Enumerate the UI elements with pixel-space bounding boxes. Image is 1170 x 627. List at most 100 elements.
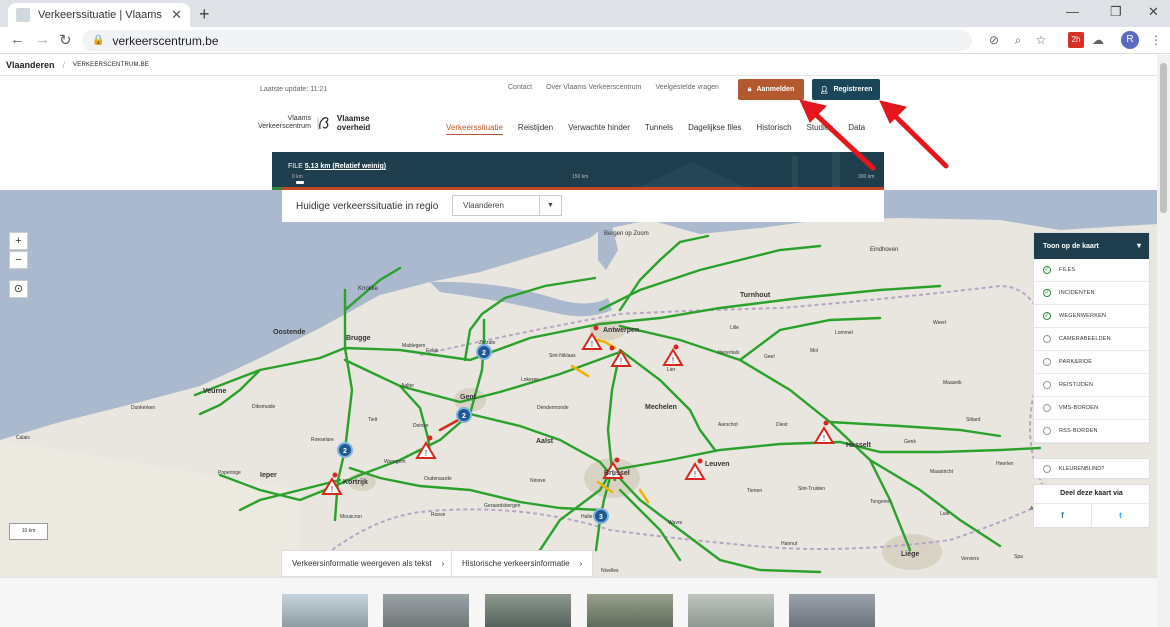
traffic-map[interactable]: ! ! ! ! ! ! ! ! 2 2 2 3 Bergen op Zoom Ei…: [0, 190, 1157, 577]
svg-text:!: !: [331, 485, 333, 494]
place-label: Tienen: [747, 488, 762, 494]
nav-verwachte-hinder[interactable]: Verwachte hinder: [568, 123, 630, 135]
caret-down-icon[interactable]: ▼: [539, 196, 561, 215]
layer-toggle[interactable]: ✓ FILES: [1034, 259, 1149, 282]
camera-thumbnail[interactable]: [587, 594, 673, 627]
page-scrollbar[interactable]: [1157, 55, 1170, 627]
reload-icon[interactable]: ↻: [59, 31, 72, 49]
checkbox-icon[interactable]: [1043, 427, 1051, 435]
text-view-button[interactable]: Verkeersinformatie weergeven als tekst ›: [281, 550, 456, 577]
maximize-icon[interactable]: ❐: [1110, 4, 1122, 20]
bookmark-star-icon[interactable]: ☆: [1033, 32, 1049, 48]
breadcrumb-home[interactable]: Vlaanderen: [6, 60, 55, 70]
place-label: Ronse: [431, 512, 446, 518]
nav-studies[interactable]: Studies: [807, 123, 834, 135]
nav-historisch[interactable]: Historisch: [756, 123, 791, 135]
site-logo[interactable]: Vlaams Verkeerscentrum Vlaamse overheid: [258, 114, 370, 132]
place-label: Herentals: [718, 350, 740, 356]
colorblind-toggle[interactable]: KLEURENBLIND?: [1033, 458, 1150, 479]
layer-label: FILES: [1059, 267, 1076, 273]
share-title: Deel deze kaart via: [1060, 490, 1123, 497]
facebook-icon[interactable]: f: [1034, 504, 1091, 528]
checkbox-icon[interactable]: [1043, 404, 1051, 412]
twitter-icon[interactable]: t: [1091, 504, 1149, 528]
layer-toggle[interactable]: REISTIJDEN: [1034, 374, 1149, 397]
nav-tunnels[interactable]: Tunnels: [645, 123, 673, 135]
link-contact[interactable]: Contact: [508, 84, 532, 91]
jam-prefix: FILE: [288, 163, 303, 170]
region-selected: Vlaanderen: [463, 201, 504, 210]
nav-data[interactable]: Data: [848, 123, 865, 135]
place-label: Dunkerken: [131, 405, 155, 411]
cloud-extension-icon[interactable]: ☁: [1090, 32, 1106, 48]
close-tab-icon[interactable]: ✕: [171, 7, 182, 23]
camera-thumbnail[interactable]: [688, 594, 774, 627]
camera-thumbnail[interactable]: [282, 594, 368, 627]
place-label: Calais: [16, 435, 30, 441]
layer-toggle[interactable]: ✓ INCIDENTEN: [1034, 282, 1149, 305]
place-label: Oostende: [273, 329, 305, 336]
place-label: Diest: [776, 422, 788, 428]
layers-panel-header[interactable]: Toon op de kaart ▾: [1034, 233, 1149, 259]
window-close-icon[interactable]: ✕: [1148, 4, 1159, 20]
location-blocked-icon[interactable]: ⊘: [986, 32, 1002, 48]
checkbox-icon[interactable]: [1043, 381, 1051, 389]
scrollbar-thumb[interactable]: [1160, 63, 1167, 213]
link-about[interactable]: Over Vlaams Verkeerscentrum: [546, 84, 641, 91]
chevron-down-icon[interactable]: ▾: [1137, 241, 1141, 250]
region-select[interactable]: Vlaanderen ▼: [452, 195, 562, 216]
back-icon[interactable]: ←: [10, 31, 25, 48]
cluster-count: 2: [462, 413, 466, 420]
layer-label: CAMERABEELDEN: [1059, 336, 1111, 342]
nav-verkeerssituatie[interactable]: Verkeerssituatie: [446, 123, 503, 135]
layer-toggle[interactable]: VMS-BORDEN: [1034, 397, 1149, 420]
profile-avatar[interactable]: R: [1121, 31, 1139, 49]
checkbox-icon[interactable]: [1043, 358, 1051, 366]
register-button[interactable]: 👤︎ Registreren: [812, 79, 880, 100]
map-scale: 10 km: [9, 523, 48, 540]
place-label: Maldegem: [402, 343, 425, 349]
zoom-icon[interactable]: ⌕: [1010, 32, 1026, 48]
new-tab-icon[interactable]: +: [199, 4, 210, 25]
jam-length[interactable]: 5.13 km (Relatief weinig): [305, 163, 386, 170]
nav-reistijden[interactable]: Reistijden: [518, 123, 553, 135]
checkbox-icon[interactable]: [1043, 335, 1051, 343]
layer-toggle[interactable]: PARK&RIDE: [1034, 351, 1149, 374]
history-button[interactable]: Historische verkeersinformatie ›: [451, 550, 594, 577]
checkmark-icon[interactable]: ✓: [1043, 266, 1051, 274]
place-label: Mol: [810, 348, 818, 354]
zoom-out-button[interactable]: −: [9, 251, 28, 269]
map-canvas[interactable]: ! ! ! ! ! ! ! ! 2 2 2 3 Bergen op ZoomEi…: [0, 190, 1157, 577]
forward-icon[interactable]: →: [35, 31, 50, 48]
url-field[interactable]: 🔒 verkeerscentrum.be: [82, 30, 972, 51]
login-button[interactable]: 🔒︎ Aanmelden: [738, 79, 804, 100]
layer-toggle[interactable]: CAMERABEELDEN: [1034, 328, 1149, 351]
camera-thumbnail[interactable]: [383, 594, 469, 627]
place-label: Aarschot: [718, 422, 738, 428]
place-label: Roeselare: [311, 437, 334, 443]
camera-thumbnail[interactable]: [789, 594, 875, 627]
menu-icon[interactable]: ⋮: [1148, 32, 1164, 48]
place-label: Dendermonde: [537, 405, 569, 411]
place-label: Maastricht: [930, 469, 954, 475]
nav-dagelijkse-files[interactable]: Dagelijkse files: [688, 123, 741, 135]
extension-icon[interactable]: 2h: [1068, 32, 1084, 48]
zoom-in-button[interactable]: +: [9, 232, 28, 250]
minimize-icon[interactable]: —: [1066, 4, 1079, 19]
checkmark-icon[interactable]: ✓: [1043, 289, 1051, 297]
link-faq[interactable]: Veelgestelde vragen: [655, 84, 718, 91]
layer-toggle[interactable]: ✓ WEGENWERKEN: [1034, 305, 1149, 328]
checkmark-icon[interactable]: ✓: [1043, 312, 1051, 320]
browser-tab[interactable]: Verkeerssituatie | Vlaams Verkeer ✕: [8, 3, 190, 27]
locate-me-button[interactable]: ⊙: [9, 280, 28, 298]
region-label: Huidige verkeerssituatie in regio: [296, 201, 439, 212]
layer-toggle[interactable]: RSS-BORDEN: [1034, 420, 1149, 443]
place-label: Leuven: [705, 461, 730, 468]
place-label: Aalst: [536, 438, 554, 445]
breadcrumb-site[interactable]: VERKEERSCENTRUM.BE: [73, 62, 149, 68]
traffic-background: [272, 152, 884, 190]
checkbox-icon[interactable]: [1043, 464, 1051, 473]
camera-thumbnail[interactable]: [485, 594, 571, 627]
breadcrumb: Vlaanderen / VERKEERSCENTRUM.BE: [6, 60, 149, 70]
svg-text:!: !: [672, 356, 674, 365]
